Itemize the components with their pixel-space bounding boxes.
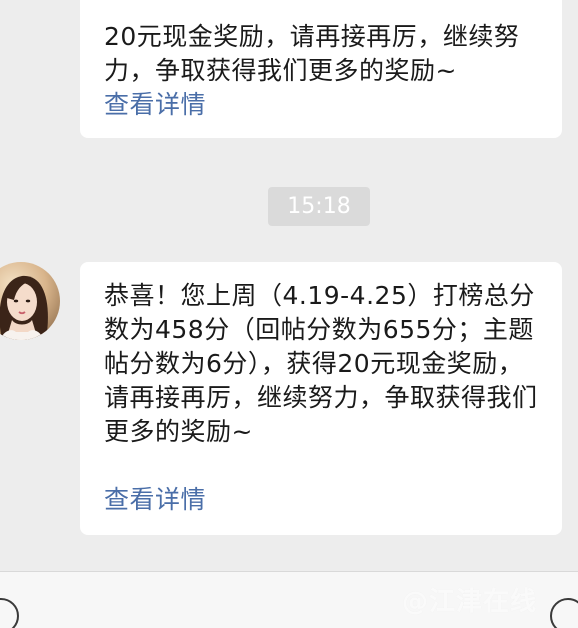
user-avatar-icon — [0, 262, 60, 340]
emoji-icon[interactable] — [550, 598, 578, 628]
input-bar — [0, 571, 578, 628]
view-details-link[interactable]: 查看详情 — [104, 483, 206, 517]
chat-area: 20元现金奖励，请再接再厉，继续努力，争取获得我们更多的奖励~ 查看详情 15:… — [0, 0, 578, 571]
voice-icon[interactable] — [0, 598, 19, 628]
avatar[interactable] — [0, 262, 60, 340]
message-text: 恭喜！您上周（4.19-4.25）打榜总分数为458分（回帖分数为655分；主题… — [104, 281, 538, 446]
view-details-link[interactable]: 查看详情 — [104, 88, 206, 122]
message-timestamp: 15:18 — [268, 187, 370, 226]
message-bubble[interactable]: 恭喜！您上周（4.19-4.25）打榜总分数为458分（回帖分数为655分；主题… — [80, 262, 562, 535]
message-bubble[interactable]: 20元现金奖励，请再接再厉，继续努力，争取获得我们更多的奖励~ 查看详情 — [80, 0, 562, 138]
message-text: 20元现金奖励，请再接再厉，继续努力，争取获得我们更多的奖励~ — [104, 22, 520, 85]
